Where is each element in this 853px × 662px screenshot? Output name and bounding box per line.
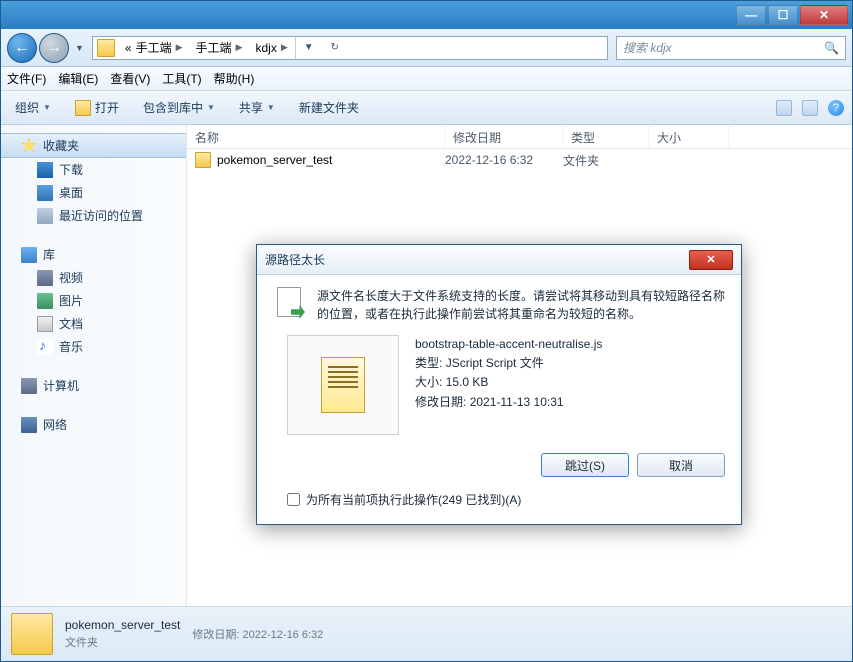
sb-date-label: 修改日期:: [192, 629, 239, 641]
sb-type: 文件夹: [65, 634, 180, 650]
menubar: 文件(F) 编辑(E) 查看(V) 工具(T) 帮助(H): [1, 67, 852, 91]
address-dropdown[interactable]: ▼: [296, 37, 322, 59]
refresh-button[interactable]: ↻: [322, 37, 348, 59]
sidebar-libraries[interactable]: 库: [1, 243, 186, 266]
tb-share[interactable]: 共享▼: [233, 95, 281, 120]
help-icon[interactable]: ?: [828, 100, 844, 116]
error-dialog: 源路径太长 ✕ 源文件名长度大于文件系统支持的长度。请尝试将其移动到具有较短路径…: [256, 244, 742, 525]
sidebar-network[interactable]: 网络: [1, 413, 186, 436]
sidebar-item-pictures[interactable]: 图片: [1, 289, 186, 312]
file-type: 文件夹: [563, 152, 649, 169]
search-icon: 🔍: [824, 41, 839, 55]
dialog-title: 源路径太长: [265, 251, 325, 268]
apply-all-input[interactable]: [287, 493, 300, 506]
titlebar: — ☐ ✕: [1, 1, 852, 29]
file-info: bootstrap-table-accent-neutralise.js 类型:…: [415, 335, 602, 412]
col-size[interactable]: 大小: [649, 125, 729, 148]
sidebar-item-downloads[interactable]: 下载: [1, 158, 186, 181]
desktop-icon: [37, 185, 53, 201]
tb-organize[interactable]: 组织▼: [9, 95, 57, 120]
skip-button[interactable]: 跳过(S): [541, 453, 629, 477]
tb-include[interactable]: 包含到库中▼: [137, 95, 221, 120]
col-type[interactable]: 类型: [563, 125, 649, 148]
minimize-button[interactable]: —: [736, 5, 766, 25]
history-dropdown[interactable]: ▼: [71, 43, 88, 53]
file-date: 2022-12-16 6:32: [445, 153, 563, 167]
sb-date: 2022-12-16 6:32: [243, 629, 324, 641]
file-preview-icon: [287, 335, 399, 435]
dlg-file-name: bootstrap-table-accent-neutralise.js: [415, 335, 602, 354]
sb-name: pokemon_server_test: [65, 618, 180, 632]
col-date[interactable]: 修改日期: [445, 125, 563, 148]
sidebar-computer[interactable]: 计算机: [1, 374, 186, 397]
file-row[interactable]: pokemon_server_test 2022-12-16 6:32 文件夹: [187, 149, 852, 171]
recent-icon: [37, 208, 53, 224]
crumb-2[interactable]: kdjx: [255, 41, 276, 55]
sidebar-item-recent[interactable]: 最近访问的位置: [1, 204, 186, 227]
menu-edit[interactable]: 编辑(E): [58, 70, 98, 87]
menu-tools[interactable]: 工具(T): [162, 70, 201, 87]
move-icon: [273, 287, 305, 319]
dlg-file-size: 15.0 KB: [446, 375, 489, 389]
maximize-button[interactable]: ☐: [768, 5, 798, 25]
sidebar-favorites[interactable]: 收藏夹: [1, 133, 186, 158]
video-icon: [37, 270, 53, 286]
menu-help[interactable]: 帮助(H): [214, 70, 255, 87]
picture-icon: [37, 293, 53, 309]
apply-all-checkbox[interactable]: 为所有当前项执行此操作(249 已找到)(A): [273, 491, 725, 508]
menu-file[interactable]: 文件(F): [7, 70, 46, 87]
search-box[interactable]: 搜索 kdjx 🔍: [616, 36, 846, 60]
statusbar-folder-icon: [11, 613, 53, 655]
network-icon: [21, 417, 37, 433]
file-name: pokemon_server_test: [217, 153, 332, 167]
preview-pane-icon[interactable]: [802, 100, 818, 116]
sidebar: 收藏夹 下载 桌面 最近访问的位置 库 视频 图片 文档 音乐 计算机 网络: [1, 125, 187, 606]
script-icon: [321, 357, 365, 413]
toolbar: 组织▼ 打开 包含到库中▼ 共享▼ 新建文件夹 ?: [1, 91, 852, 125]
statusbar: pokemon_server_test 文件夹 修改日期: 2022-12-16…: [1, 606, 852, 661]
forward-button[interactable]: →: [39, 33, 69, 63]
menu-view[interactable]: 查看(V): [110, 70, 150, 87]
folder-icon: [195, 152, 211, 168]
dialog-message: 源文件名长度大于文件系统支持的长度。请尝试将其移动到具有较短路径名称的位置，或者…: [317, 287, 725, 323]
star-icon: [21, 138, 37, 154]
cancel-button[interactable]: 取消: [637, 453, 725, 477]
address-bar[interactable]: « 手工端▶ 手工端▶ kdjx▶ ▼ ↻: [92, 36, 608, 60]
tb-open[interactable]: 打开: [69, 95, 125, 120]
crumb-prefix: «: [125, 41, 132, 55]
navbar: ← → ▼ « 手工端▶ 手工端▶ kdjx▶ ▼ ↻ 搜索 kdjx 🔍: [1, 29, 852, 67]
open-icon: [75, 100, 91, 116]
dlg-file-type: JScript Script 文件: [446, 356, 544, 370]
dialog-titlebar: 源路径太长 ✕: [257, 245, 741, 275]
crumb-1[interactable]: 手工端: [196, 39, 232, 56]
computer-icon: [21, 378, 37, 394]
sidebar-item-desktop[interactable]: 桌面: [1, 181, 186, 204]
dlg-file-date: 2021-11-13 10:31: [470, 395, 564, 409]
checkbox-label: 为所有当前项执行此操作(249 已找到)(A): [306, 491, 521, 508]
sidebar-item-video[interactable]: 视频: [1, 266, 186, 289]
library-icon: [21, 247, 37, 263]
download-icon: [37, 162, 53, 178]
column-headers: 名称 修改日期 类型 大小: [187, 125, 852, 149]
sidebar-item-music[interactable]: 音乐: [1, 335, 186, 358]
folder-icon: [97, 39, 115, 57]
back-button[interactable]: ←: [7, 33, 37, 63]
view-options-icon[interactable]: [776, 100, 792, 116]
crumb-0[interactable]: 手工端: [136, 39, 172, 56]
close-button[interactable]: ✕: [800, 5, 848, 25]
search-placeholder: 搜索 kdjx: [623, 39, 672, 56]
tb-newfolder[interactable]: 新建文件夹: [293, 95, 365, 120]
col-name[interactable]: 名称: [187, 125, 445, 148]
document-icon: [37, 316, 53, 332]
dialog-close-button[interactable]: ✕: [689, 250, 733, 270]
sidebar-item-documents[interactable]: 文档: [1, 312, 186, 335]
music-icon: [37, 339, 53, 355]
